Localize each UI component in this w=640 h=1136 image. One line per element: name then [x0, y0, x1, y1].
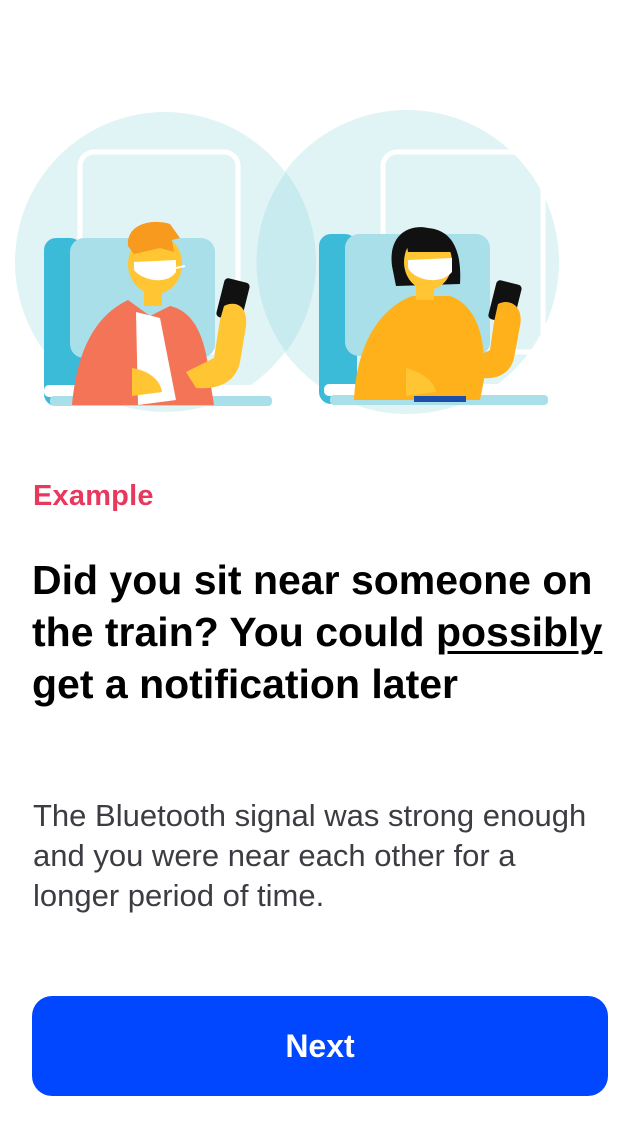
headline-emphasis: possibly	[435, 609, 603, 655]
onboarding-screen: Example Did you sit near someone on the …	[0, 0, 640, 1136]
page-title: Did you sit near someone on the train? Y…	[32, 554, 612, 710]
example-label: Example	[33, 480, 154, 512]
headline-text-end: get a notification later	[32, 661, 458, 707]
description-text: The Bluetooth signal was strong enough a…	[33, 798, 587, 913]
next-button[interactable]: Next	[32, 996, 608, 1096]
train-passengers-illustration	[15, 110, 559, 414]
